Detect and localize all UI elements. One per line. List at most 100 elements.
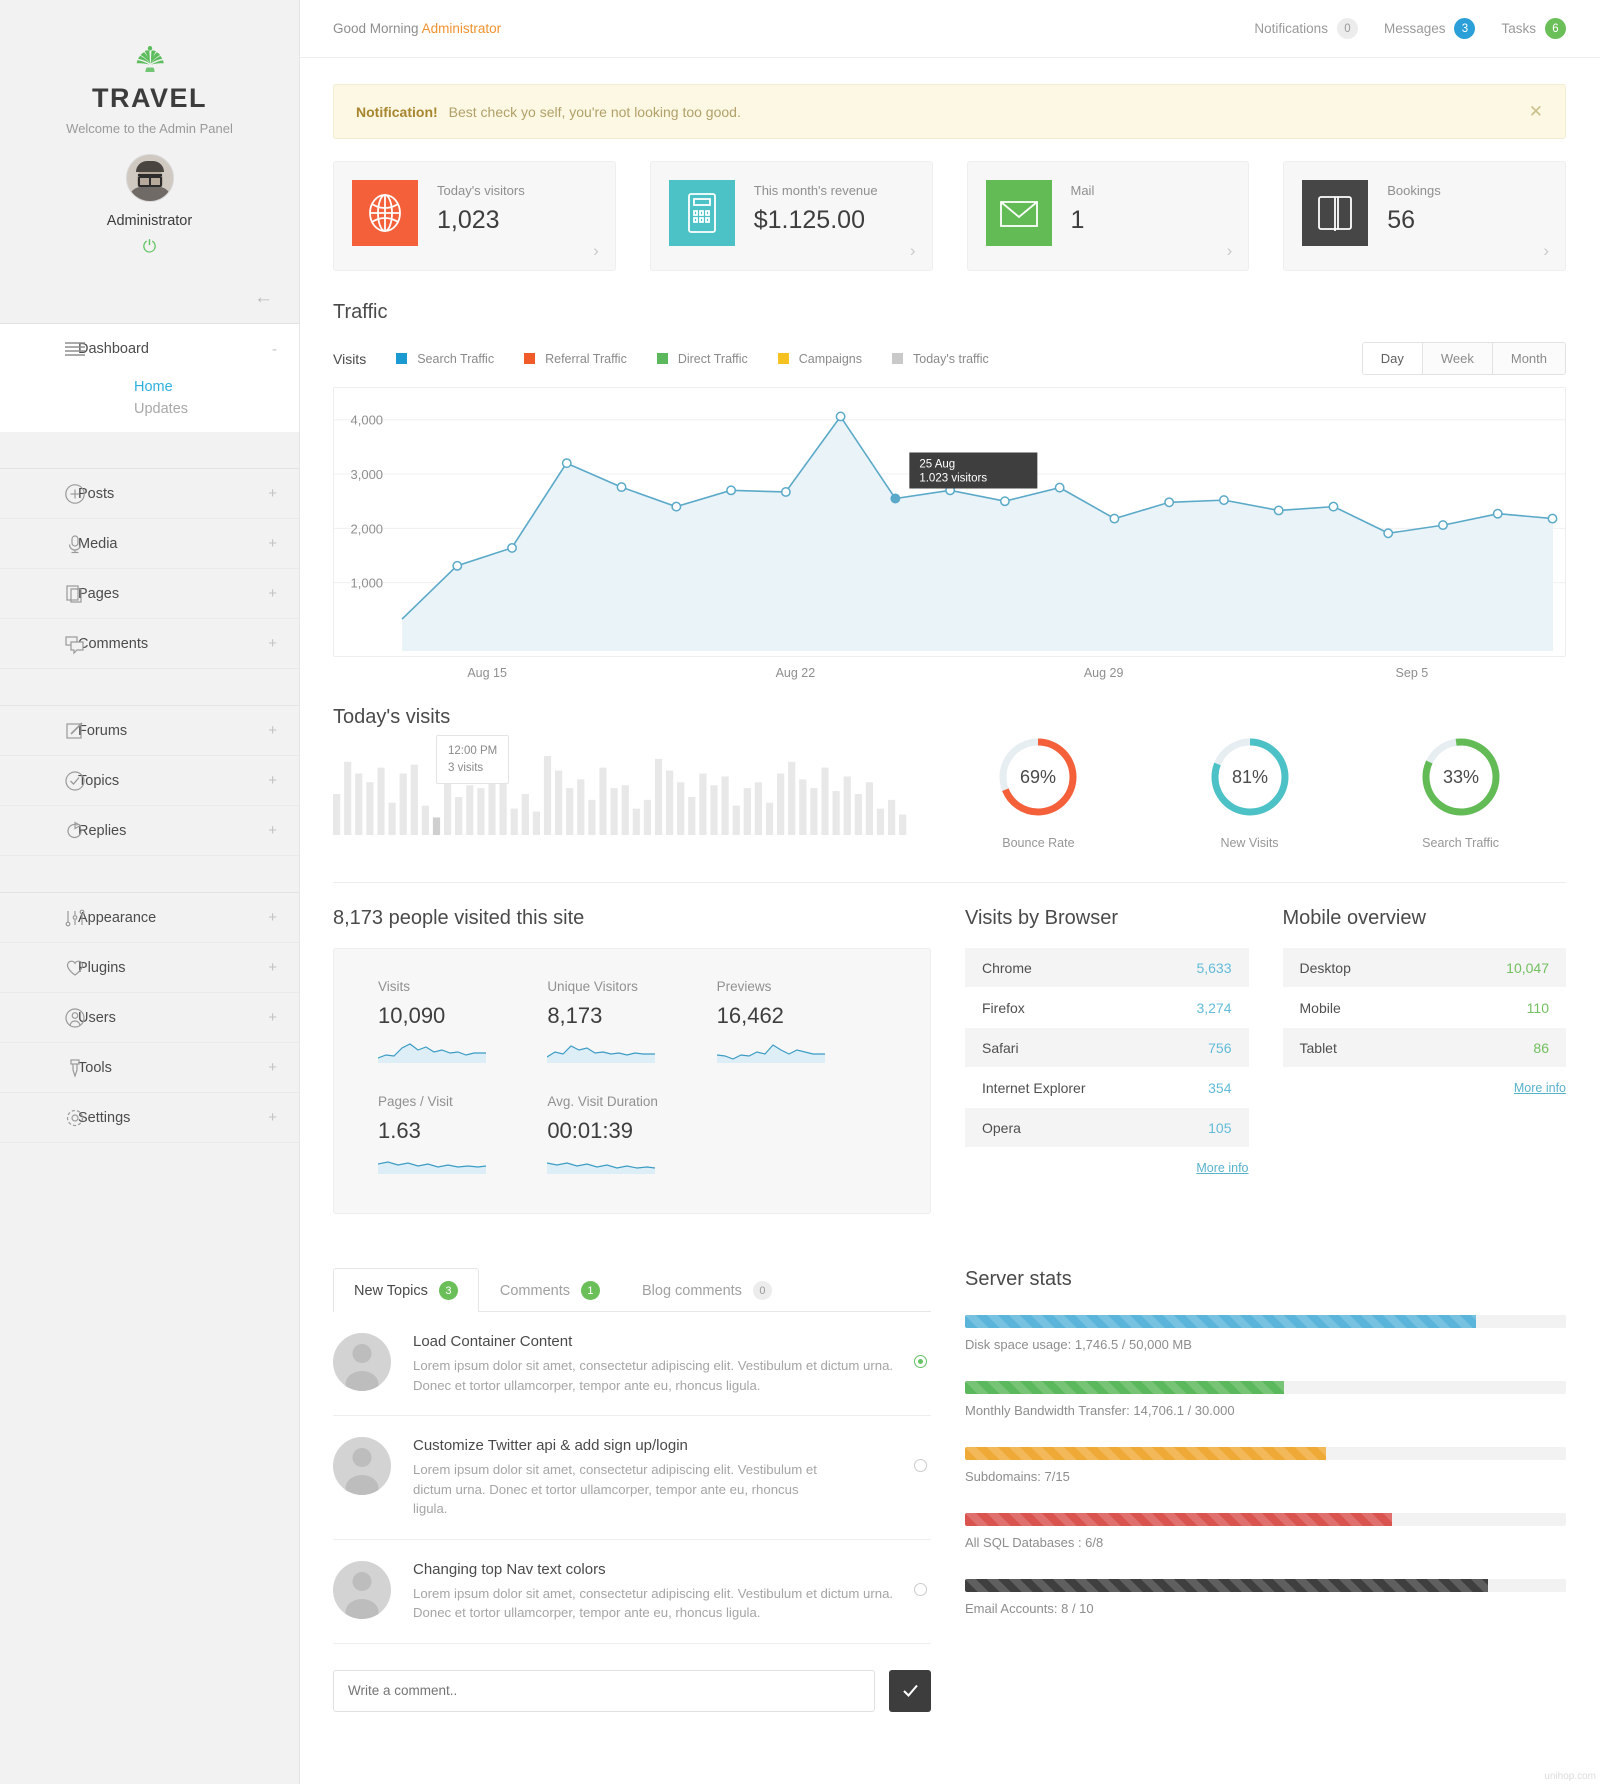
expand-icon[interactable]: +	[268, 773, 277, 788]
traffic-legend: Visits Search Traffic Referral Traffic D…	[333, 351, 1019, 367]
legend-item-direct[interactable]: Direct Traffic	[656, 352, 748, 366]
sidebar-item-comments[interactable]: Comments +	[0, 619, 299, 670]
range-button-day[interactable]: Day	[1362, 343, 1423, 374]
submit-comment-button[interactable]	[889, 1669, 931, 1712]
expand-icon[interactable]: +	[268, 1010, 277, 1025]
table-row[interactable]: Safari 756	[965, 1028, 1249, 1068]
sidebar-item-tools[interactable]: Tools +	[0, 1043, 299, 1094]
legend-item-search[interactable]: Search Traffic	[396, 352, 494, 366]
chevron-right-icon[interactable]: ›	[1543, 242, 1549, 259]
topic-radio[interactable]	[914, 1459, 927, 1473]
legend-item-today[interactable]: Today's traffic	[892, 352, 989, 366]
user-icon	[62, 1005, 88, 1031]
messages-link[interactable]: Messages 3	[1384, 18, 1476, 39]
sidebar-item-users[interactable]: Users +	[0, 993, 299, 1044]
close-icon[interactable]: ✕	[1529, 103, 1543, 120]
tab-new-topics[interactable]: New Topics 3	[333, 1268, 479, 1312]
sidebar-item-plugins[interactable]: Plugins +	[0, 943, 299, 994]
topic-text: Lorem ipsum dolor sit amet, consectetur …	[413, 1585, 894, 1621]
range-button-week[interactable]: Week	[1422, 343, 1493, 374]
expand-icon[interactable]: +	[268, 536, 277, 551]
sidebar-subitem-home[interactable]: Home	[0, 374, 299, 401]
book-icon	[1302, 180, 1369, 246]
stat-card-bookings[interactable]: Bookings 56 ›	[1283, 161, 1566, 271]
stat-value: 1	[1070, 206, 1085, 234]
legend-swatch	[524, 353, 536, 364]
legend-item-referral[interactable]: Referral Traffic	[524, 352, 627, 366]
expand-icon[interactable]: +	[268, 636, 277, 651]
today-visits-chart[interactable]: 12:00 PM 3 visits	[333, 735, 933, 835]
nav-spacer	[0, 669, 299, 706]
browser-more-info: More info	[965, 1161, 1248, 1175]
expand-icon[interactable]: +	[268, 1110, 277, 1125]
notifications-link[interactable]: Notifications 0	[1254, 18, 1358, 39]
tab-blog-comments[interactable]: Blog comments 0	[621, 1268, 793, 1312]
calculator-icon	[668, 180, 735, 246]
expand-icon[interactable]: +	[268, 1060, 277, 1075]
list-item[interactable]: Load Container Content Lorem ipsum dolor…	[333, 1312, 931, 1417]
chevron-right-icon[interactable]: ›	[1227, 242, 1233, 259]
more-info-link[interactable]: More info	[1514, 1081, 1566, 1095]
range-button-month[interactable]: Month	[1492, 343, 1565, 374]
sidebar-item-posts[interactable]: Posts +	[0, 469, 299, 520]
sidebar-subitem-updates[interactable]: Updates	[0, 400, 299, 433]
expand-icon[interactable]: +	[268, 960, 277, 975]
palm-tree-logo-icon	[136, 46, 164, 72]
expand-icon[interactable]: +	[268, 723, 277, 738]
progress-label: All SQL Databases : 6/8	[965, 1535, 1104, 1550]
comment-input[interactable]	[333, 1669, 875, 1712]
stat-card-visitors[interactable]: Today's visitors 1,023 ›	[333, 161, 616, 271]
table-row[interactable]: Tablet 86	[1282, 1028, 1566, 1068]
more-info-link[interactable]: More info	[1196, 1161, 1248, 1175]
tab-badge: 0	[752, 1281, 772, 1300]
progress-subdomains: Subdomains: 7/15	[965, 1447, 1566, 1484]
table-row[interactable]: Chrome 5,633	[965, 948, 1249, 988]
table-row[interactable]: Mobile 110	[1282, 988, 1566, 1028]
sidebar-collapse-button[interactable]: ←	[0, 273, 299, 323]
donut-value: 33%	[1443, 767, 1479, 787]
sidebar-item-media[interactable]: Media +	[0, 519, 299, 570]
expand-icon[interactable]: +	[268, 486, 277, 501]
sidebar-item-forums[interactable]: Forums +	[0, 706, 299, 757]
table-row[interactable]: Internet Explorer 354	[965, 1068, 1249, 1108]
sidebar-item-settings[interactable]: Settings +	[0, 1093, 299, 1144]
sidebar-item-pages[interactable]: Pages +	[0, 569, 299, 620]
dash-icon: -	[272, 340, 277, 358]
legend-item-campaigns[interactable]: Campaigns	[777, 352, 862, 366]
table-row[interactable]: Firefox 3,274	[965, 988, 1249, 1028]
expand-icon[interactable]: +	[268, 586, 277, 601]
chevron-right-icon[interactable]: ›	[910, 242, 916, 259]
traffic-chart[interactable]: 1,000 2,000 3,000 4,000 25 Aug 1.023 visito…	[333, 387, 1566, 657]
topic-body: Load Container Content Lorem ipsum dolor…	[391, 1333, 914, 1395]
metric-label: Unique Visitors	[547, 979, 638, 994]
stat-card-revenue[interactable]: This month's revenue $1.125.00 ›	[649, 161, 933, 271]
power-icon[interactable]: ⏻	[0, 238, 299, 255]
server-stats-panel: Server stats Disk space usage: 1,746.5 /…	[965, 1268, 1566, 1712]
row-name: Desktop	[1299, 959, 1351, 976]
table-row[interactable]: Opera 105	[965, 1108, 1249, 1148]
donut-row: 69% Bounce Rate 81% New Visits 33% Searc…	[933, 706, 1566, 850]
stat-body: Mail 1	[1052, 180, 1095, 252]
list-item[interactable]: Changing top Nav text colors Lorem ipsum…	[333, 1540, 931, 1644]
topic-radio[interactable]	[914, 1355, 927, 1368]
mobile-title: Mobile overview	[1282, 907, 1426, 929]
list-item[interactable]: Customize Twitter api & add sign up/logi…	[333, 1416, 931, 1540]
metric-label: Avg. Visit Duration	[547, 1094, 658, 1109]
sidebar-item-dashboard[interactable]: Dashboard -	[0, 324, 299, 374]
expand-icon[interactable]: +	[268, 823, 277, 838]
search-traffic-donut-icon: 33%	[1422, 738, 1500, 816]
nav-group-system: Appearance + Plugins + Users + Tools + S…	[0, 892, 299, 1144]
stat-label: This month's revenue	[753, 183, 878, 198]
metric-label: Previews	[716, 979, 772, 994]
sidebar-item-replies[interactable]: Replies +	[0, 806, 299, 857]
sidebar-item-topics[interactable]: Topics +	[0, 756, 299, 807]
stat-card-mail[interactable]: Mail 1 ›	[966, 161, 1250, 271]
chevron-right-icon[interactable]: ›	[593, 242, 599, 259]
tab-comments[interactable]: Comments 1	[479, 1268, 621, 1312]
sidebar-item-appearance[interactable]: Appearance +	[0, 893, 299, 944]
topic-radio[interactable]	[914, 1582, 927, 1596]
sidebar-item-label: Dashboard	[78, 341, 149, 358]
tasks-link[interactable]: Tasks 6	[1501, 18, 1566, 39]
expand-icon[interactable]: +	[268, 910, 277, 925]
table-row[interactable]: Desktop 10,047	[1282, 948, 1566, 988]
